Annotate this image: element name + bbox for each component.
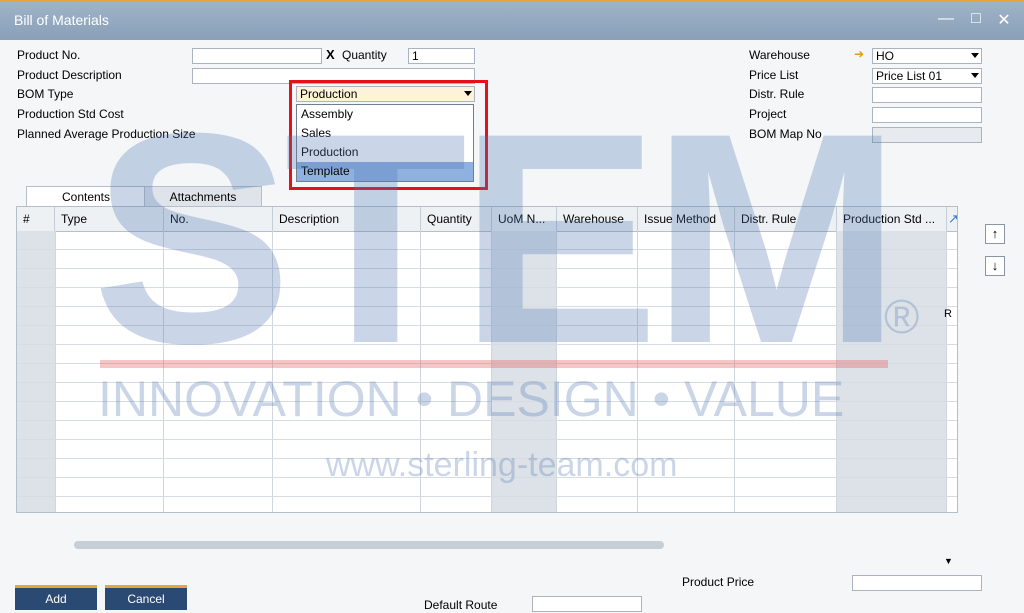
product-description-field[interactable]: [192, 68, 475, 84]
quantity-label: Quantity: [342, 48, 387, 62]
table-row[interactable]: [17, 326, 957, 345]
table-row[interactable]: [17, 288, 957, 307]
col-header-production-std[interactable]: Production Std ...: [837, 207, 947, 231]
table-row[interactable]: [17, 250, 957, 269]
bom-type-select[interactable]: Production: [296, 86, 475, 102]
distr-rule-field[interactable]: [872, 87, 982, 103]
col-header-type[interactable]: Type: [55, 207, 164, 231]
grid-header: # Type No. Description Quantity UoM N...…: [17, 207, 957, 232]
project-field[interactable]: [872, 107, 982, 123]
product-description-label: Product Description: [17, 68, 122, 82]
bom-map-no-field: [872, 127, 982, 143]
price-list-value: Price List 01: [876, 69, 943, 83]
chevron-down-icon[interactable]: [464, 91, 472, 96]
bom-type-dropdown-list: Assembly Sales Production Template: [296, 104, 474, 182]
close-icon[interactable]: ✕: [994, 10, 1014, 30]
expand-grid-icon[interactable]: ↗: [947, 207, 957, 231]
bom-map-no-label: BOM Map No: [749, 127, 822, 141]
table-row[interactable]: [17, 383, 957, 402]
price-list-label: Price List: [749, 68, 799, 82]
tab-contents[interactable]: Contents: [26, 186, 146, 207]
col-header-number[interactable]: #: [17, 207, 55, 231]
product-no-label: Product No.: [17, 48, 81, 62]
quantity-field[interactable]: 1: [408, 48, 475, 64]
clear-x-icon[interactable]: X: [326, 47, 335, 62]
production-std-cost-label: Production Std Cost: [17, 107, 124, 121]
dropdown-option-sales[interactable]: Sales: [297, 124, 473, 143]
dropdown-option-assembly[interactable]: Assembly: [297, 105, 473, 124]
planned-avg-size-label: Planned Average Production Size: [17, 127, 196, 141]
product-no-field[interactable]: [192, 48, 322, 64]
scroll-down-icon[interactable]: ▼: [944, 556, 953, 566]
table-row[interactable]: [17, 364, 957, 383]
warehouse-label: Warehouse: [749, 48, 810, 62]
title-bar: Bill of Materials — □ ✕: [0, 0, 1024, 40]
bom-type-label: BOM Type: [17, 87, 74, 101]
grid-corner-r: R: [944, 308, 952, 320]
horizontal-scrollbar[interactable]: [74, 541, 664, 549]
table-row[interactable]: [17, 307, 957, 326]
col-header-description[interactable]: Description: [273, 207, 421, 231]
col-header-uom[interactable]: UoM N...: [492, 207, 557, 231]
price-list-select[interactable]: Price List 01: [872, 68, 982, 84]
chevron-down-icon[interactable]: [971, 73, 979, 78]
col-header-no[interactable]: No.: [164, 207, 273, 231]
table-row[interactable]: [17, 402, 957, 421]
tab-attachments[interactable]: Attachments: [144, 186, 262, 207]
minimize-icon[interactable]: —: [936, 10, 956, 28]
bom-type-value: Production: [300, 87, 358, 101]
chevron-down-icon[interactable]: [971, 53, 979, 58]
col-header-distr-rule[interactable]: Distr. Rule: [735, 207, 837, 231]
warehouse-value: HO: [876, 49, 894, 63]
table-row[interactable]: [17, 269, 957, 288]
product-price-label: Product Price: [682, 575, 755, 589]
default-route-label: Default Route: [424, 598, 498, 612]
table-row[interactable]: [17, 231, 957, 250]
table-row[interactable]: [17, 459, 957, 478]
table-row[interactable]: [17, 345, 957, 364]
warehouse-select[interactable]: HO: [872, 48, 982, 64]
link-arrow-icon[interactable]: ➜: [854, 47, 864, 61]
contents-grid: # Type No. Description Quantity UoM N...…: [16, 206, 958, 513]
product-price-field[interactable]: [852, 575, 982, 591]
table-row[interactable]: [17, 478, 957, 497]
maximize-icon[interactable]: □: [966, 10, 986, 28]
add-button[interactable]: Add: [15, 585, 97, 610]
dropdown-option-template[interactable]: Template: [297, 162, 473, 181]
col-header-quantity[interactable]: Quantity: [421, 207, 492, 231]
window-title: Bill of Materials: [14, 12, 109, 28]
project-label: Project: [749, 107, 787, 121]
table-row[interactable]: [17, 497, 957, 512]
col-header-warehouse[interactable]: Warehouse: [557, 207, 638, 231]
default-route-field[interactable]: [532, 596, 642, 612]
move-down-icon[interactable]: ↓: [985, 256, 1005, 276]
distr-rule-label: Distr. Rule: [749, 87, 805, 101]
table-row[interactable]: [17, 440, 957, 459]
cancel-button[interactable]: Cancel: [105, 585, 187, 610]
table-row[interactable]: [17, 421, 957, 440]
dropdown-option-production[interactable]: Production: [297, 143, 473, 162]
move-up-icon[interactable]: ↑: [985, 224, 1005, 244]
col-header-issue-method[interactable]: Issue Method: [638, 207, 735, 231]
